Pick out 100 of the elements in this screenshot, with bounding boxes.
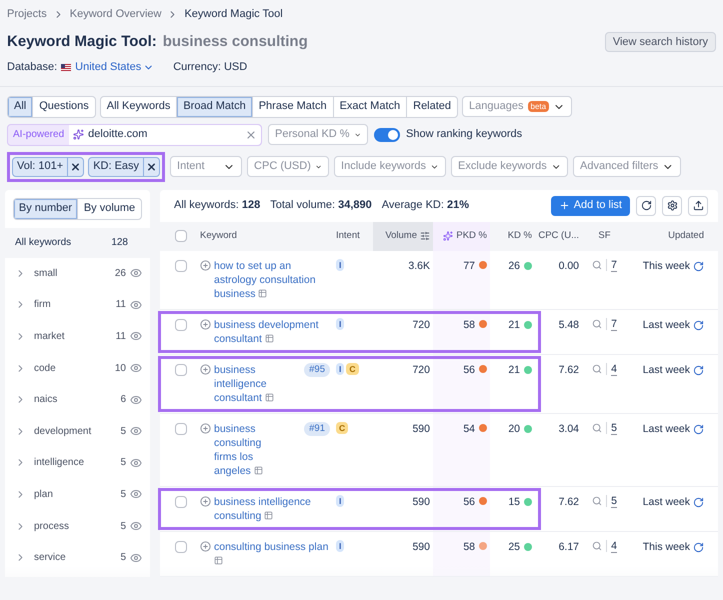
add-icon[interactable] [200,364,211,374]
filter-tab[interactable]: All [8,96,34,116]
add-icon[interactable] [200,540,211,552]
filter-chip[interactable]: Vol: 101+ [12,156,84,176]
settings-button[interactable] [662,196,682,216]
updated-cell-text: Last week [642,494,690,510]
kd-cell-text: 20 [508,422,520,436]
sf-count[interactable]: 7 [611,318,617,330]
group-item[interactable]: intelligence 5 [5,447,150,479]
kd-cell-text: 15 [508,494,520,510]
refresh-icon[interactable] [693,364,704,376]
column-header[interactable]: PKD % [433,222,490,250]
refresh-button[interactable] [636,196,656,216]
sf-count[interactable]: 5 [611,422,617,434]
groups-header-count: 128 [111,236,128,250]
sort-icon[interactable] [420,231,430,241]
kd-cell-text: 21 [508,362,520,378]
intent-tag: I [336,258,344,270]
kd-cell-text: 26 [508,258,520,274]
database-dropdown[interactable]: United States [75,59,154,76]
breadcrumb[interactable]: Projects [7,6,47,22]
eye-icon [130,298,142,311]
domain-input[interactable]: deloitte.com [69,124,261,144]
keyword-link[interactable]: business development consultant [214,318,330,346]
group-item[interactable]: development 5 [5,415,150,448]
refresh-icon[interactable] [693,542,704,553]
column-header[interactable]: Intent [333,222,373,250]
plus-icon [558,200,570,211]
group-item[interactable]: process 5 [5,510,150,542]
export-button[interactable] [688,196,708,216]
row-checkbox[interactable] [175,260,187,272]
column-header[interactable]: CPC (U... [535,222,582,250]
add-icon[interactable] [200,422,211,434]
filter-tab[interactable]: Broad Match [177,96,253,116]
intent-tag: C [346,362,359,374]
row-checkbox[interactable] [175,496,187,508]
breadcrumb[interactable]: Keyword Overview [70,6,162,22]
volume-cell-text: 720 [411,362,431,378]
column-header[interactable]: Keyword [197,222,333,250]
group-item[interactable]: plan 5 [5,478,150,510]
row-checkbox[interactable] [175,540,187,552]
updated-cell-text: This week [642,540,690,554]
row-checkbox[interactable] [175,318,187,330]
domain-text-input[interactable]: deloitte.com [88,126,241,143]
group-item[interactable]: firm 11 [5,289,150,321]
cpc-cell-text: 7.62 [558,362,580,378]
add-icon[interactable] [200,496,211,506]
refresh-icon[interactable] [693,496,704,508]
export-icon [692,200,704,211]
serp-icon [264,334,274,344]
group-tab[interactable]: By volume [78,198,141,218]
keyword-link[interactable]: how to set up an astrology consultation business [214,258,330,300]
add-icon[interactable] [200,260,211,270]
cpc-cell-text: 7.62 [558,494,580,510]
serp-icon [254,466,263,476]
filter-tab[interactable]: Related [407,96,458,116]
toggle-switch[interactable] [374,128,400,142]
eye-icon [130,488,142,500]
group-item[interactable]: market 11 [5,320,150,352]
keyword-link[interactable]: business consulting firms los angeles [214,422,276,478]
flag-icon [61,64,72,71]
keyword-link[interactable]: business intelligence consultant [214,362,276,404]
header-checkbox[interactable] [175,230,187,242]
column-header[interactable]: Volume [373,222,433,250]
group-tab[interactable]: By number [14,198,78,218]
database-label: Database: [7,60,58,75]
sf-count[interactable]: 4 [611,540,617,552]
keyword-link[interactable]: consulting business plan [214,540,330,568]
column-header[interactable]: KD % [490,222,535,250]
domain-field[interactable]: AI-powered deloitte.com [7,124,262,146]
intent-tag: C [336,422,348,434]
filter-tab[interactable]: Exact Match [334,96,408,116]
history-button[interactable]: View search history [604,32,716,52]
page-title: Keyword Magic Tool: [7,32,157,52]
summary-stat: Total volume: 34,890 [270,198,372,214]
group-item[interactable]: naics 6 [5,384,150,416]
serp-icon [214,556,223,566]
sf-count[interactable]: 5 [611,494,617,508]
filter-tab[interactable]: Questions [33,96,95,116]
add-to-list-button[interactable]: Add to list [550,196,630,216]
filter-chip[interactable]: KD: Easy [88,156,160,176]
group-item[interactable]: small 26 [5,258,150,290]
sf-count[interactable]: 4 [611,362,617,376]
refresh-icon[interactable] [693,424,704,435]
eye-icon [130,330,142,342]
sf-count[interactable]: 7 [611,258,617,272]
refresh-icon[interactable] [693,320,704,331]
keyword-link[interactable]: business intelligence consulting [214,494,330,522]
column-header[interactable]: SF [582,222,627,250]
group-item[interactable]: code 10 [5,352,150,384]
add-icon[interactable] [200,318,211,330]
row-checkbox[interactable] [175,364,187,376]
clear-icon[interactable] [245,128,257,140]
filter-tab[interactable]: Phrase Match [252,96,334,116]
refresh-icon[interactable] [693,260,704,272]
eye-icon [130,520,142,532]
rank-badge: #95 [304,362,330,376]
column-header[interactable]: Updated [627,222,707,250]
row-checkbox[interactable] [175,422,187,434]
group-item[interactable]: service 5 [5,542,150,574]
